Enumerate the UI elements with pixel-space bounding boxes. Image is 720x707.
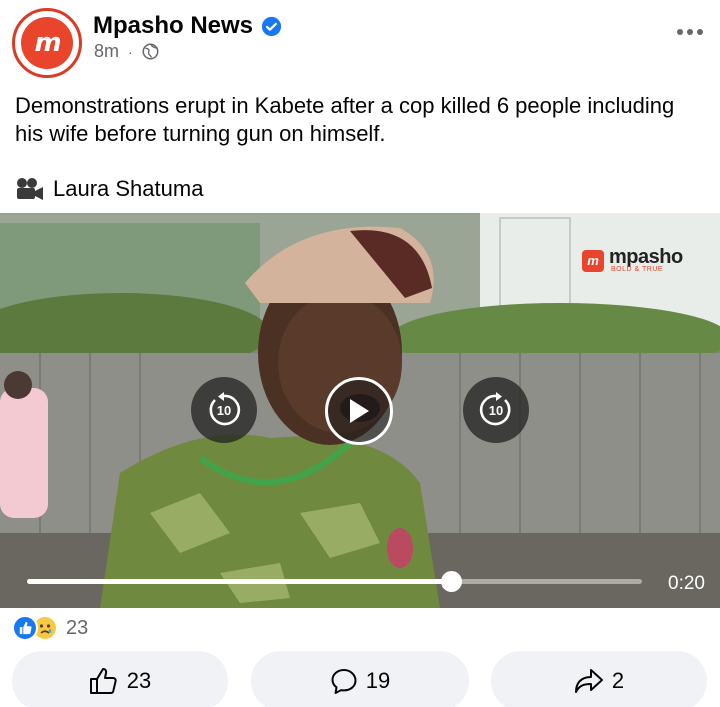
thumbs-up-icon [89, 668, 117, 694]
video-progress-bar[interactable] [27, 571, 642, 592]
more-dot-icon [687, 29, 693, 35]
mpasho-watermark-logo-icon: m [582, 249, 604, 272]
play-button[interactable] [325, 377, 393, 445]
forward-label: 10 [488, 402, 504, 418]
reaction-summary[interactable]: 23 [12, 615, 88, 641]
more-options-button[interactable] [672, 20, 708, 44]
comment-icon [331, 669, 357, 694]
share-count: 2 [611, 668, 625, 693]
share-arrow-icon [574, 669, 603, 693]
forward-10-button[interactable]: 10 [463, 377, 529, 443]
page-avatar[interactable]: m [12, 8, 82, 78]
meta-separator: · [128, 43, 133, 60]
rewind-label: 10 [216, 402, 232, 418]
video-credit: Laura Shatuma [15, 176, 203, 202]
mpasho-logo-icon: m [21, 17, 73, 69]
elapsed-time: 0:20 [668, 573, 705, 594]
avatar-letter: m [34, 28, 61, 58]
comment-button[interactable]: 19 [251, 651, 469, 707]
mpasho-watermark: m mpasho BOLD & TRUE [582, 246, 683, 273]
more-dot-icon [697, 29, 703, 35]
action-bar: 23 19 2 [0, 651, 720, 707]
credit-name: Laura Shatuma [53, 176, 204, 201]
video-camera-icon [15, 177, 45, 201]
watermark-name: mpasho [609, 246, 683, 268]
post-header: m Mpasho News 8m · [0, 0, 720, 85]
page-name-row: Mpasho News [93, 12, 282, 40]
reaction-count: 23 [66, 616, 89, 639]
play-icon [350, 399, 369, 423]
share-button[interactable]: 2 [491, 651, 707, 707]
more-dot-icon [677, 29, 683, 35]
like-icon [12, 615, 38, 641]
page-name[interactable]: Mpasho News [93, 12, 253, 40]
globe-icon [142, 43, 159, 60]
rewind-10-button[interactable]: 10 [191, 377, 257, 443]
like-button[interactable]: 23 [12, 651, 228, 707]
post-meta: 8m · [94, 41, 159, 62]
comment-count: 19 [365, 668, 391, 693]
verified-badge-icon [261, 16, 282, 37]
like-count: 23 [126, 668, 152, 693]
progress-fill [27, 579, 452, 584]
post-text: Demonstrations erupt in Kabete after a c… [15, 93, 675, 146]
post-timestamp[interactable]: 8m [94, 41, 119, 62]
